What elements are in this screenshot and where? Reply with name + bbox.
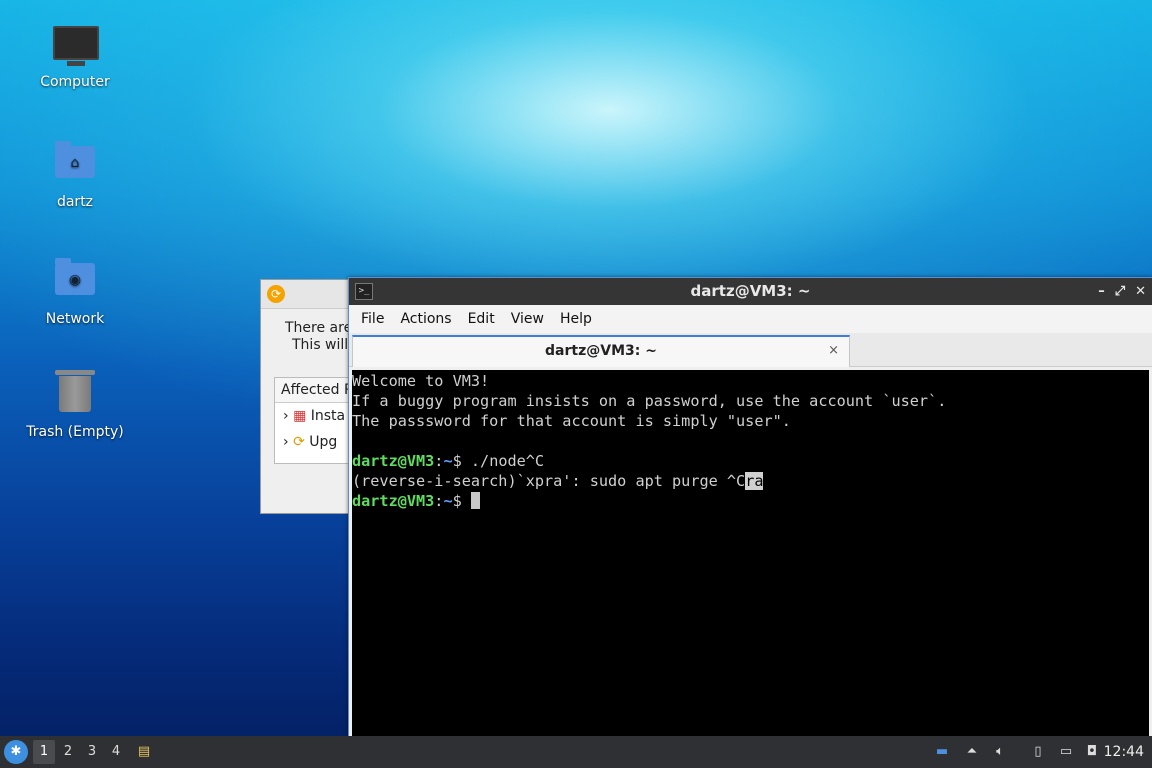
window-title: dartz@VM3: ~ xyxy=(690,282,811,300)
terminal-line: If a buggy program insists on a password… xyxy=(352,392,947,410)
prompt-path: ~ xyxy=(443,452,453,470)
terminal-line: dartz@VM3:~$ xyxy=(352,491,1149,511)
show-desktop-icon[interactable]: ▬ xyxy=(932,742,952,762)
terminal-line: dartz@VM3:~$ ./node^C xyxy=(352,451,1149,471)
desktop-icon-label: Trash (Empty) xyxy=(26,424,124,440)
search-highlight: ra xyxy=(745,472,764,490)
tab-terminal[interactable]: dartz@VM3: ~ × xyxy=(352,335,850,367)
trash-icon xyxy=(53,370,97,420)
menu-view[interactable]: View xyxy=(503,311,552,327)
text-cursor xyxy=(470,492,480,509)
network-monitor-icon[interactable]: ▭ xyxy=(1056,742,1076,762)
install-icon: ▦ xyxy=(293,408,307,424)
menu-file[interactable]: File xyxy=(353,311,392,327)
tab-close-icon[interactable]: × xyxy=(828,337,839,365)
command-text: ./node^C xyxy=(470,452,545,470)
menu-bar: File Actions Edit View Help xyxy=(349,305,1152,333)
updater-icon: ⟳ xyxy=(267,285,285,303)
terminal-line: Welcome to VM3! xyxy=(352,372,490,390)
prompt-path: ~ xyxy=(443,492,453,510)
prompt-user: dartz@VM3 xyxy=(352,492,435,510)
upload-arrow-icon[interactable]: ⏶ xyxy=(962,742,982,762)
desktop-icon-network[interactable]: ◉ Network xyxy=(20,255,130,327)
terminal-output[interactable]: Welcome to VM3! If a buggy program insist… xyxy=(352,370,1149,737)
prompt-user: dartz@VM3 xyxy=(352,452,435,470)
computer-icon xyxy=(53,26,99,70)
tab-label: dartz@VM3: ~ xyxy=(545,343,657,359)
tree-row-label: Insta xyxy=(310,408,346,424)
desktop-icon-home[interactable]: ⌂ dartz xyxy=(20,138,130,210)
prompt-dollar: $ xyxy=(452,452,471,470)
dialog-message: There are This will xyxy=(285,320,352,354)
menu-actions[interactable]: Actions xyxy=(392,311,459,327)
terminal-line: (reverse-i-search)`xpra': sudo apt purge… xyxy=(352,471,1149,491)
desktop-icon-label: dartz xyxy=(56,194,94,210)
prompt-dollar: $ xyxy=(452,492,471,510)
workspace-3[interactable]: 3 xyxy=(81,736,103,768)
menu-edit[interactable]: Edit xyxy=(460,311,503,327)
close-icon[interactable]: ✕ xyxy=(1135,278,1146,305)
terminal-window: >_ dartz@VM3: ~ – ⤢ ✕ File Actions Edit … xyxy=(348,277,1152,738)
volume-icon[interactable]: 🔈︎ xyxy=(990,742,1010,762)
search-text: (reverse-i-search)`xpra': sudo apt purge… xyxy=(352,472,746,490)
clipboard-icon[interactable]: ▯ xyxy=(1028,742,1048,762)
workspace-2[interactable]: 2 xyxy=(57,736,79,768)
desktop-icon-label: Computer xyxy=(40,74,110,90)
terminal-line: The passsword for that account is simply… xyxy=(352,412,791,430)
taskbar: ✱ 1 2 3 4 ▤ ▬ ⏶ 🔈︎ ▯ ▭ ◘ 12:44 xyxy=(0,736,1152,768)
dialog-message-line: There are xyxy=(285,320,353,336)
expand-chevron-icon[interactable]: › xyxy=(283,408,289,424)
maximize-icon[interactable]: ⤢ xyxy=(1115,278,1125,305)
desktop-icon-trash[interactable]: Trash (Empty) xyxy=(20,370,130,440)
update-notifier-icon[interactable]: ◘ xyxy=(1082,742,1102,762)
tab-bar: dartz@VM3: ~ × xyxy=(349,333,1152,367)
clock[interactable]: 12:44 xyxy=(1104,736,1144,768)
upgrade-icon: ⟳ xyxy=(293,434,305,450)
dialog-message-line: This will xyxy=(292,337,349,353)
tree-row-label: Upg xyxy=(309,434,338,450)
minimize-icon[interactable]: – xyxy=(1098,278,1105,305)
terminal-titlebar[interactable]: >_ dartz@VM3: ~ – ⤢ ✕ xyxy=(349,278,1152,305)
expand-chevron-icon[interactable]: › xyxy=(283,434,289,450)
workspace-1[interactable]: 1 xyxy=(33,740,55,764)
workspace-4[interactable]: 4 xyxy=(105,736,127,768)
network-folder-icon: ◉ xyxy=(53,258,97,307)
home-folder-icon: ⌂ xyxy=(53,141,97,190)
desktop-icon-computer[interactable]: Computer xyxy=(20,22,130,90)
menu-help[interactable]: Help xyxy=(552,311,600,327)
desktop-icon-label: Network xyxy=(45,311,105,327)
terminal-icon: >_ xyxy=(355,283,373,300)
start-menu-icon[interactable]: ✱ xyxy=(4,740,28,764)
file-manager-icon[interactable]: ▤ xyxy=(134,742,154,762)
window-controls: – ⤢ ✕ xyxy=(1098,278,1146,305)
